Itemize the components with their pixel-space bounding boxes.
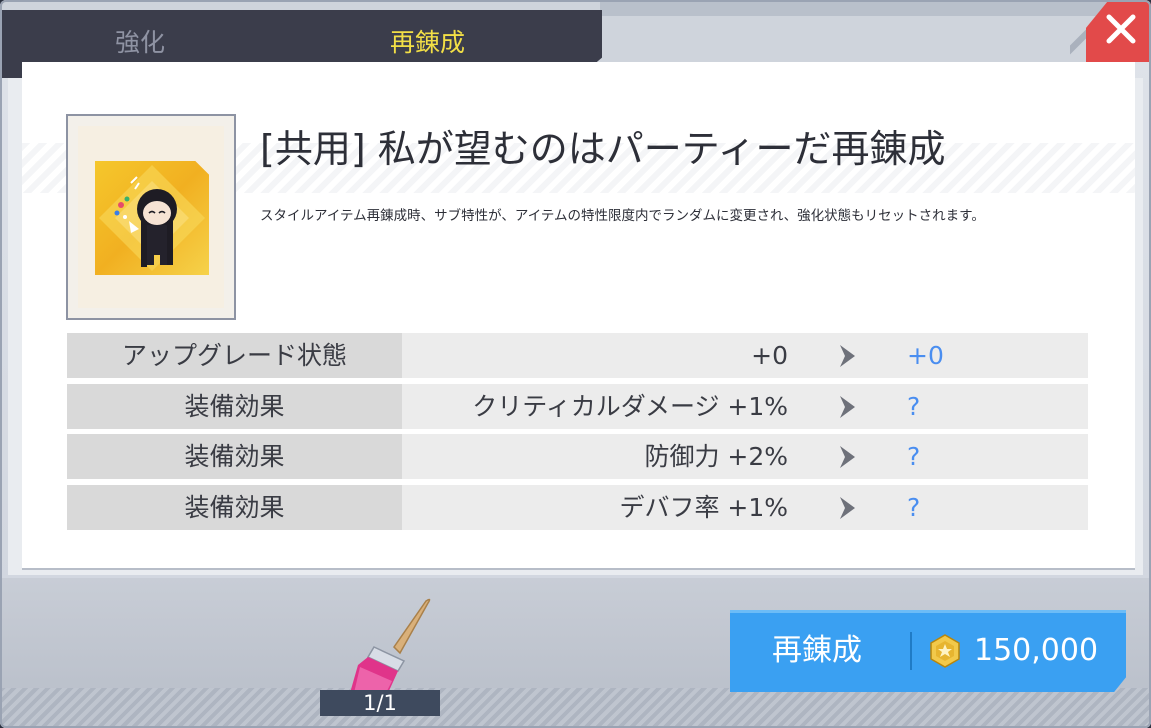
item-title: [共用] 私が望むのはパーティーだ再錬成 [260, 127, 946, 171]
coin-icon [930, 634, 960, 668]
stat-row: アップグレード状態 +0 +0 [67, 333, 1088, 378]
stat-label: アップグレード状態 [67, 333, 402, 378]
stat-next-value: +0 [907, 341, 944, 370]
chevron-right-icon [840, 345, 855, 367]
item-thumbnail [66, 114, 236, 320]
stat-next-value: ? [907, 442, 921, 471]
item-description: スタイルアイテム再錬成時、サブ特性が、アイテムの特性限度内でランダムに変更され、… [260, 208, 985, 224]
stat-current-value: デバフ率 +1% [619, 493, 788, 522]
stat-label: 装備効果 [67, 384, 402, 429]
button-divider [910, 632, 912, 670]
stat-current-value: +0 [751, 341, 788, 370]
rerefine-button[interactable]: 再錬成 150,000 [730, 610, 1126, 692]
stat-next-value: ? [907, 392, 921, 421]
stat-label: 装備効果 [67, 434, 402, 479]
stat-label: 装備効果 [67, 485, 402, 530]
stat-next-value: ? [907, 493, 921, 522]
stat-current-value: 防御力 +2% [644, 442, 788, 471]
rerefine-button-label: 再錬成 [772, 633, 862, 668]
refine-dialog: 強化 再錬成 [共用] 私が望むのはパーティーだ再錬成 スタイルアイテム再錬成時… [0, 0, 1151, 728]
material-count: 1/1 [320, 690, 440, 716]
top-strip-accent [600, 0, 1151, 16]
chevron-right-icon [840, 396, 855, 418]
stat-row: 装備効果 デバフ率 +1% ? [67, 485, 1088, 530]
close-icon [1106, 14, 1136, 44]
footer-hatch [0, 688, 1151, 728]
chevron-right-icon [840, 497, 855, 519]
rerefine-cost: 150,000 [974, 633, 1099, 668]
stat-row: 装備効果 防御力 +2% ? [67, 434, 1088, 479]
character-icon [99, 165, 205, 271]
stat-row: 装備効果 クリティカルダメージ +1% ? [67, 384, 1088, 429]
stat-current-value: クリティカルダメージ +1% [472, 392, 788, 421]
chevron-right-icon [840, 446, 855, 468]
brush-icon [350, 598, 431, 693]
item-art [95, 161, 209, 275]
